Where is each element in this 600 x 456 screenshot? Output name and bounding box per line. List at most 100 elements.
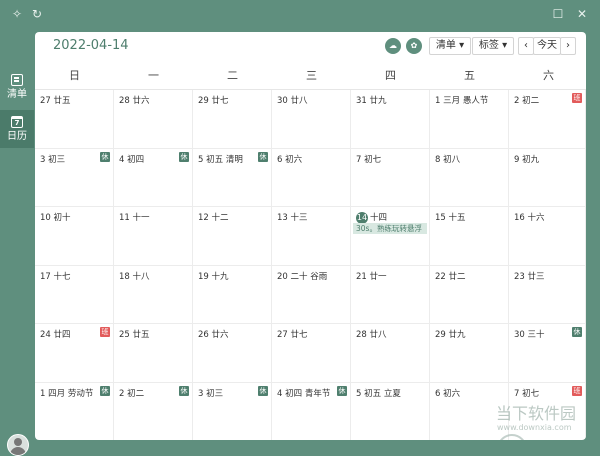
day-label: 5 初五 立夏 bbox=[356, 387, 401, 399]
day-cell[interactable]: 8 初八 bbox=[430, 148, 509, 207]
day-cell[interactable]: 2 初二 班 bbox=[509, 90, 586, 149]
day-cell[interactable]: 27 廿七 bbox=[272, 324, 351, 383]
day-number: 28 bbox=[119, 96, 130, 106]
day-cell[interactable]: 2 初二 休 bbox=[114, 382, 193, 440]
day-label: 20 二十 谷雨 bbox=[277, 270, 327, 282]
day-cell[interactable]: 4 初四 青年节休 bbox=[272, 382, 351, 440]
close-icon[interactable]: ✕ bbox=[575, 7, 589, 21]
day-number: 19 bbox=[198, 271, 209, 282]
day-label: 3 初三 bbox=[198, 387, 223, 399]
day-cell[interactable]: 13 十三 bbox=[272, 207, 351, 266]
day-number: 30 bbox=[277, 96, 288, 106]
holiday-badge: 休 bbox=[179, 151, 189, 162]
list-filter-button[interactable]: 清单 ▾ bbox=[429, 37, 471, 55]
day-cell[interactable]: 22 廿二 bbox=[430, 265, 509, 324]
lunar-label: 初三 bbox=[48, 154, 66, 165]
day-label: 4 初四 bbox=[119, 153, 144, 165]
lunar-label: 初九 bbox=[522, 154, 540, 165]
day-cell[interactable]: 1 四月 劳动节休 bbox=[35, 382, 114, 440]
day-cell[interactable]: 29 廿九 bbox=[430, 324, 509, 383]
day-cell[interactable]: 4 初四 休 bbox=[114, 148, 193, 207]
lunar-label: 廿七 bbox=[211, 96, 229, 106]
pin-icon[interactable]: ✧ bbox=[10, 7, 24, 21]
today-button[interactable]: 今天 bbox=[533, 37, 561, 55]
day-cell[interactable]: 6 初六 bbox=[272, 148, 351, 207]
day-cell[interactable]: 28 廿六 bbox=[114, 90, 193, 149]
prev-month-button[interactable]: ‹ bbox=[518, 37, 534, 55]
holiday-badge: 休 bbox=[258, 385, 268, 396]
day-label: 6 初六 bbox=[435, 387, 460, 399]
day-label: 5 初五 清明 bbox=[198, 153, 243, 165]
day-label: 17 十七 bbox=[40, 270, 71, 282]
holiday-badge: 休 bbox=[100, 385, 110, 396]
day-number: 7 bbox=[514, 388, 520, 399]
day-cell[interactable]: 25 廿五 bbox=[114, 324, 193, 383]
day-cell[interactable]: 3 初三 休 bbox=[193, 382, 272, 440]
day-number: 31 bbox=[356, 96, 367, 106]
day-number: 10 bbox=[40, 213, 51, 223]
day-label: 1 三月 愚人节 bbox=[435, 94, 488, 106]
day-cell[interactable]: 14 十四 30s。熟练玩转悬浮 bbox=[351, 207, 430, 266]
day-cell[interactable]: 16 十六 bbox=[509, 207, 586, 266]
lunar-label: 廿五 bbox=[132, 330, 150, 340]
weekday-label: 五 bbox=[464, 69, 475, 82]
day-cell[interactable]: 23 廿三 bbox=[509, 265, 586, 324]
avatar[interactable] bbox=[7, 434, 29, 456]
list-icon bbox=[11, 74, 23, 86]
day-cell[interactable]: 17 十七 bbox=[35, 265, 114, 324]
maximize-icon[interactable]: ☐ bbox=[551, 7, 565, 21]
day-cell[interactable]: 10 初十 bbox=[35, 207, 114, 266]
day-cell[interactable]: 18 十八 bbox=[114, 265, 193, 324]
lunar-label: 廿六 bbox=[211, 330, 229, 340]
next-month-button[interactable]: › bbox=[560, 37, 576, 55]
day-cell[interactable]: 5 初五 清明 休 bbox=[193, 148, 272, 207]
sidebar-item-calendar[interactable]: 7 日历 bbox=[0, 110, 34, 148]
weekday-label: 四 bbox=[385, 69, 396, 82]
day-cell[interactable]: 5 初五 立夏 bbox=[351, 382, 430, 440]
day-cell[interactable]: 31 廿九 bbox=[351, 90, 430, 149]
settings-button[interactable]: ✿ bbox=[406, 38, 422, 54]
day-cell[interactable]: 29 廿七 bbox=[193, 90, 272, 149]
day-number: 25 bbox=[119, 330, 130, 340]
lunar-label: 廿八 bbox=[369, 330, 387, 340]
day-cell[interactable]: 19 十九 bbox=[193, 265, 272, 324]
sidebar-item-list[interactable]: 清单 bbox=[0, 68, 34, 102]
lunar-label: 初二 bbox=[522, 96, 540, 106]
day-cell[interactable]: 7 初七 bbox=[351, 148, 430, 207]
day-number: 18 bbox=[119, 271, 130, 282]
day-number: 29 bbox=[198, 96, 209, 106]
day-cell[interactable]: 3 初三 休 bbox=[35, 148, 114, 207]
day-label: 2 初二 bbox=[119, 387, 144, 399]
day-cell[interactable]: 20 二十 谷雨 bbox=[272, 265, 351, 324]
day-number: 28 bbox=[356, 330, 367, 340]
day-cell[interactable]: 30 三十 休 bbox=[509, 324, 586, 383]
day-cell[interactable]: 24 廿四 班 bbox=[35, 324, 114, 383]
day-label: 10 初十 bbox=[40, 211, 71, 223]
event-item[interactable]: 30s。熟练玩转悬浮 bbox=[353, 223, 427, 234]
day-label: 15 十五 bbox=[435, 211, 466, 223]
page-title: 2022-04-14 bbox=[53, 38, 129, 53]
lunar-label: 初八 bbox=[443, 154, 461, 165]
day-label: 29 廿九 bbox=[435, 328, 466, 340]
day-cell[interactable]: 27 廿五 bbox=[35, 90, 114, 149]
day-cell[interactable]: 21 廿一 bbox=[351, 265, 430, 324]
day-cell[interactable]: 12 十二 bbox=[193, 207, 272, 266]
sync-icon[interactable]: ↻ bbox=[30, 7, 44, 21]
day-number: 16 bbox=[514, 213, 525, 223]
day-cell[interactable]: 30 廿八 bbox=[272, 90, 351, 149]
cloud-button[interactable]: ☁ bbox=[385, 38, 401, 54]
lunar-label: 廿二 bbox=[448, 271, 466, 282]
day-cell[interactable]: 9 初九 bbox=[509, 148, 586, 207]
day-cell[interactable]: 28 廿八 bbox=[351, 324, 430, 383]
day-cell[interactable]: 11 十一 bbox=[114, 207, 193, 266]
day-number: 7 bbox=[356, 154, 362, 165]
day-cell[interactable]: 26 廿六 bbox=[193, 324, 272, 383]
day-cell[interactable]: 1 三月 愚人节 bbox=[430, 90, 509, 149]
day-label: 28 廿六 bbox=[119, 94, 150, 106]
day-number: 2 bbox=[119, 388, 125, 399]
tag-filter-button[interactable]: 标签 ▾ bbox=[472, 37, 514, 55]
workday-badge: 班 bbox=[100, 327, 110, 337]
day-cell[interactable]: 15 十五 bbox=[430, 207, 509, 266]
day-label: 6 初六 bbox=[277, 153, 302, 165]
watermark-text: 当下软件园 bbox=[496, 404, 577, 423]
